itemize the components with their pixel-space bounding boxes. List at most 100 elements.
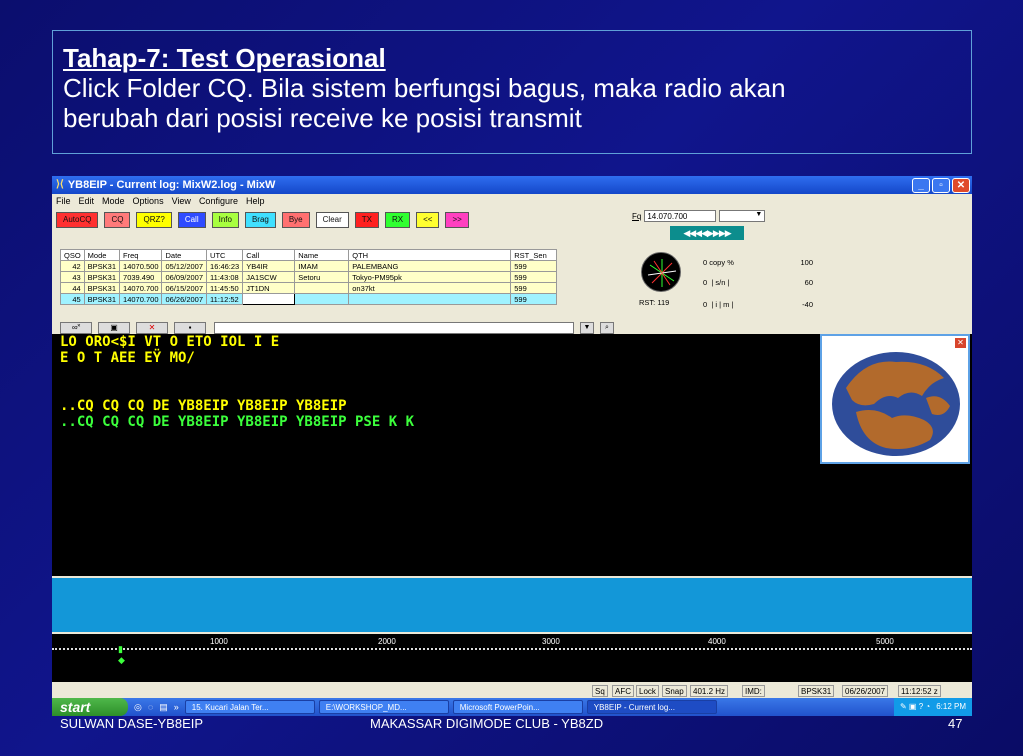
task-explorer[interactable]: E:\WORKSHOP_MD... [318,700,449,714]
col-mode[interactable]: Mode [83,249,121,261]
col-call[interactable]: Call [242,249,296,261]
ie-icon[interactable]: ◎ [134,702,142,713]
frequency-label: Fq [632,211,642,221]
tick-label: 1000 [210,637,228,646]
status-bar: Sq AFC Lock Snap 401.2 Hz IMD: BPSK31 06… [52,684,972,698]
table-row-current[interactable]: 45 BPSK31 14070.700 06/26/2007 11:12:52 599 [60,293,558,305]
chevron-down-icon[interactable]: ▼ [580,322,594,334]
window-titlebar[interactable]: ⟩⟨ YB8EIP - Current log: MixW2.log - Mix… [52,176,972,194]
call-button[interactable]: Call [177,212,206,228]
qrz-button[interactable]: QRZ? [136,212,172,228]
macro-control-row: ∞˟ ▣ ✕ ▪ ▼ ⌕ [60,322,614,334]
bye-button[interactable]: Bye [281,212,310,228]
table-header-row: QSO Mode Freq Date UTC Call Name QTH RST… [60,249,558,261]
phase-scope-lines [647,259,677,287]
table-row[interactable]: 42 BPSK31 14070.500 05/12/2007 16:46:23 YB4IR… [60,260,558,272]
slide-text-line-2: berubah dari posisi receive ke posisi tr… [63,103,582,133]
menu-configure[interactable]: Configure [199,194,238,208]
band-dropdown[interactable]: ▼ [719,210,766,222]
close-icon[interactable]: ✕ [955,338,966,348]
browser-icon[interactable]: ◌ [148,702,153,713]
col-utc[interactable]: UTC [206,249,244,261]
info-button[interactable]: Info [211,212,239,228]
task-media[interactable]: 15. Kucari Jalan Ter... [184,700,315,714]
status-time: 11:12:52 z [898,685,941,697]
tuning-marker-icon[interactable]: ▮ ◆ [118,644,125,666]
macro-toolbar: AutoCQ CQ QRZ? Call Info Brag Bye Clear … [56,212,469,228]
start-button[interactable]: start [52,698,128,716]
mixw-app-icon: ⟩⟨ [56,179,64,190]
chevron-right-icon[interactable]: » [174,702,179,713]
tx-button[interactable]: TX [354,212,379,228]
menu-mode[interactable]: Mode [102,194,125,208]
menu-help[interactable]: Help [246,194,265,208]
close-button[interactable]: ✕ [952,177,970,193]
cq-button[interactable]: CQ [104,212,131,228]
col-qth[interactable]: QTH [348,249,512,261]
frequency-panel: Fq 14.070.700 ▼ ◀◀◀◀▶▶▶▶ [632,210,792,240]
task-mixw[interactable]: YB8EIP - Current log... [586,700,717,714]
status-mode[interactable]: BPSK31 [798,685,835,697]
waterfall-scale[interactable]: 1000 2000 3000 4000 5000 ▮ ◆ [52,634,972,682]
menu-bar: File Edit Mode Options View Configure He… [52,194,972,208]
minimize-button[interactable]: _ [912,177,930,193]
rx-button[interactable]: RX [385,212,411,228]
delete-icon[interactable]: ✕ [136,322,168,334]
imd-meter: 0 | i | m | -40 [703,300,813,309]
autocq-button[interactable]: AutoCQ [56,212,99,228]
glasses-icon[interactable]: ∞˟ [60,322,92,334]
brag-button[interactable]: Brag [244,212,276,228]
edit-icon[interactable]: ▣ [98,322,130,334]
scale-dots [52,648,972,652]
status-sq[interactable]: Sq [592,685,608,697]
prev-button[interactable]: << [416,212,440,228]
page-number: 47 [948,716,963,731]
col-date[interactable]: Date [161,249,208,261]
clear-button[interactable]: Clear [315,212,349,228]
rst-value: RST: 119 [639,298,670,307]
phase-scope [641,252,681,292]
world-map-window[interactable]: ✕ [820,334,970,464]
table-row[interactable]: 43 BPSK31 7039.490 06/09/2007 11:43:08 JA1SCW… [60,271,558,283]
footer-author: SULWAN DASE-YB8EIP [60,716,204,731]
status-date: 06/26/2007 [842,685,889,697]
transmit-window[interactable] [52,578,972,632]
sn-meter: 0 | s/n | 60 [703,278,813,287]
clock[interactable]: 6:12 PM [936,698,966,716]
slide-heading: Tahap-7: Test Operasional [63,43,386,73]
system-tray: ✎ ▣ ? ◔ 6:12 PM [893,698,972,716]
window-title: YB8EIP - Current log: MixW2.log - MixW [67,179,276,191]
windows-taskbar: start ◎ ◌ ▤ » 15. Kucari Jalan Ter... E:… [52,698,972,716]
folder-icon[interactable]: ▤ [159,702,168,713]
slide-text-line-1: Click Folder CQ. Bila sistem berfungsi b… [63,73,786,103]
tuning-arrows[interactable]: ◀◀◀◀▶▶▶▶ [670,226,744,240]
tray-icons[interactable]: ✎ ▣ ? ◔ [900,698,930,716]
status-frequency: 401.2 Hz [690,685,729,697]
call-input-cell[interactable] [242,293,296,305]
frequency-input[interactable]: 14.070.700 [644,210,717,222]
menu-view[interactable]: View [172,194,191,208]
col-freq[interactable]: Freq [119,249,163,261]
maximize-button[interactable]: ▫ [932,177,950,193]
next-button[interactable]: >> [445,212,469,228]
task-powerpoint[interactable]: Microsoft PowerPoin... [452,700,583,714]
globe-icon [832,352,960,456]
menu-options[interactable]: Options [133,194,164,208]
tick-label: 5000 [876,637,894,646]
menu-file[interactable]: File [56,194,71,208]
quick-launch: ◎ ◌ ▤ » [134,702,179,713]
status-afc[interactable]: AFC [612,685,634,697]
menu-edit[interactable]: Edit [79,194,95,208]
status-imd: IMD: [742,685,765,697]
col-qso[interactable]: QSO [60,249,85,261]
col-rst-sent[interactable]: RST_Sen [510,249,558,261]
save-icon[interactable]: ▪ [174,322,206,334]
table-row[interactable]: 44 BPSK31 14070.700 06/15/2007 11:45:50 JT1DN… [60,282,558,294]
col-name[interactable]: Name [294,249,350,261]
footer-club: MAKASSAR DIGIMODE CLUB - YB8ZD [370,716,604,731]
status-snap[interactable]: Snap [662,685,687,697]
log-search-input[interactable] [214,322,574,334]
status-lock[interactable]: Lock [636,685,659,697]
search-icon[interactable]: ⌕ [600,322,614,334]
tick-label: 2000 [378,637,396,646]
